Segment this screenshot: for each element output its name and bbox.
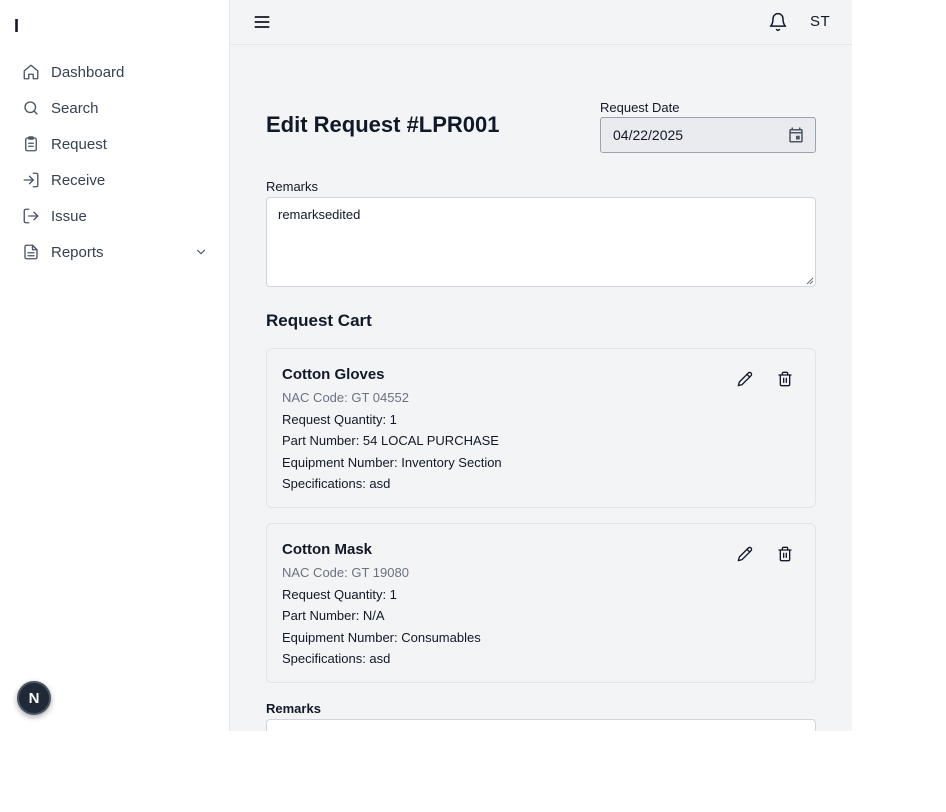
- item-name: Cotton Mask: [282, 541, 372, 558]
- remarks-textarea[interactable]: remarksedited: [266, 197, 816, 287]
- calendar-icon[interactable]: [787, 126, 805, 144]
- remarks-value: remarksedited: [278, 207, 361, 222]
- item-part-number: Part Number: N/A: [282, 608, 385, 623]
- brand-logo: I: [14, 16, 20, 36]
- sidebar-item-search[interactable]: Search: [14, 90, 216, 126]
- item-equipment-number: Equipment Number: Consumables: [282, 630, 481, 645]
- item-equipment-number: Equipment Number: Inventory Section: [282, 455, 502, 470]
- main-content: ST Edit Request #LPR001 Request Date 04/…: [230, 0, 852, 731]
- sidebar-nav: Dashboard Search Request Receive Issue R…: [14, 54, 216, 270]
- logout-icon: [22, 207, 40, 225]
- item-name: Cotton Gloves: [282, 366, 385, 383]
- user-avatar[interactable]: ST: [810, 13, 830, 30]
- bell-icon[interactable]: [768, 12, 788, 32]
- request-date-input[interactable]: 04/22/2025: [600, 117, 816, 153]
- sidebar-item-receive[interactable]: Receive: [14, 162, 216, 198]
- login-icon: [22, 171, 40, 189]
- edit-pencil-icon[interactable]: [737, 371, 753, 387]
- sidebar-item-label: Receive: [51, 171, 106, 189]
- cart-item-card: Cotton Gloves NAC Code: GT 04552 Request…: [266, 348, 816, 508]
- hamburger-icon[interactable]: [252, 12, 272, 32]
- document-icon: [22, 243, 40, 261]
- sidebar-item-label: Search: [51, 99, 99, 117]
- request-date-label: Request Date: [600, 100, 680, 115]
- dev-tools-badge[interactable]: N: [17, 681, 51, 715]
- item-nac-code: NAC Code: GT 04552: [282, 390, 409, 405]
- cart-item-card: Cotton Mask NAC Code: GT 19080 Request Q…: [266, 523, 816, 683]
- search-icon: [22, 99, 40, 117]
- item-remarks-textarea[interactable]: [266, 719, 816, 731]
- sidebar-item-reports[interactable]: Reports: [14, 234, 216, 270]
- delete-trash-icon[interactable]: [777, 546, 793, 562]
- item-part-number: Part Number: 54 LOCAL PURCHASE: [282, 433, 499, 448]
- remarks-label: Remarks: [266, 179, 319, 194]
- item-quantity: Request Quantity: 1: [282, 587, 397, 602]
- sidebar-item-request[interactable]: Request: [14, 126, 216, 162]
- request-date-value: 04/22/2025: [613, 127, 684, 143]
- sidebar-item-label: Request: [51, 135, 107, 153]
- delete-trash-icon[interactable]: [777, 371, 793, 387]
- chevron-down-icon[interactable]: [194, 245, 208, 259]
- sidebar-item-label: Reports: [51, 243, 104, 261]
- sidebar: I Dashboard Search Request Receive Issue…: [0, 0, 230, 731]
- item-specifications: Specifications: asd: [282, 476, 391, 491]
- item-quantity: Request Quantity: 1: [282, 412, 397, 427]
- sidebar-item-dashboard[interactable]: Dashboard: [14, 54, 216, 90]
- home-icon: [22, 63, 40, 81]
- request-cart-title: Request Cart: [266, 311, 372, 330]
- resize-handle-icon[interactable]: [806, 277, 814, 285]
- item-remarks-label: Remarks: [266, 701, 321, 716]
- sidebar-item-label: Issue: [51, 207, 87, 225]
- sidebar-item-label: Dashboard: [51, 63, 125, 81]
- top-bar: ST: [230, 0, 852, 45]
- clipboard-icon: [22, 135, 40, 153]
- page-title: Edit Request #LPR001: [266, 112, 500, 137]
- edit-pencil-icon[interactable]: [737, 546, 753, 562]
- item-specifications: Specifications: asd: [282, 651, 391, 666]
- item-nac-code: NAC Code: GT 19080: [282, 565, 409, 580]
- sidebar-item-issue[interactable]: Issue: [14, 198, 216, 234]
